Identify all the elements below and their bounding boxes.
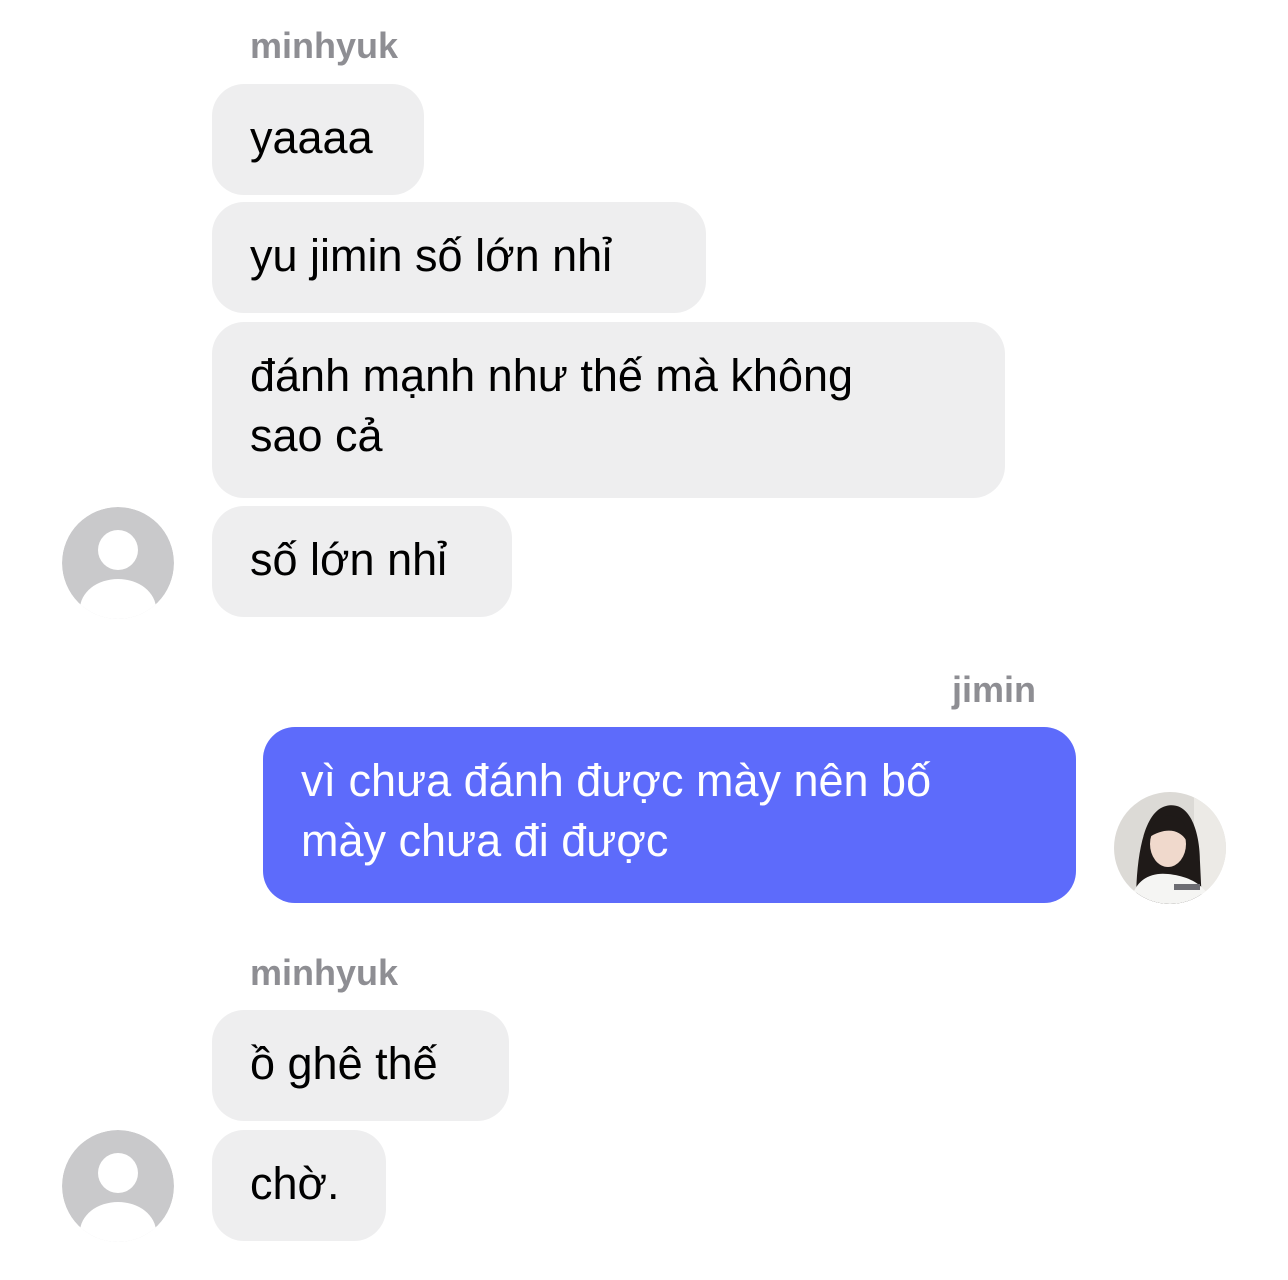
message-bubble[interactable]: yu jimin số lớn nhỉ — [212, 202, 706, 313]
message-bubble[interactable]: ồ ghê thế — [212, 1010, 509, 1121]
profile-photo[interactable] — [1114, 792, 1226, 904]
sender-name-minhyuk: minhyuk — [250, 25, 399, 66]
message-bubble[interactable]: số lớn nhỉ — [212, 506, 512, 617]
default-user-icon[interactable] — [62, 1130, 174, 1242]
sender-name-minhyuk: minhyuk — [250, 952, 399, 993]
message-bubble[interactable]: đánh mạnh như thế mà không sao cả — [212, 322, 1005, 498]
default-user-icon[interactable] — [62, 507, 174, 619]
sender-name-jimin: jimin — [951, 669, 1036, 710]
message-bubble[interactable]: chờ. — [212, 1130, 386, 1241]
message-bubble-outgoing[interactable]: vì chưa đánh được mày nên bố mày chưa đi… — [263, 727, 1076, 903]
message-bubble[interactable]: yaaaa — [212, 84, 424, 195]
